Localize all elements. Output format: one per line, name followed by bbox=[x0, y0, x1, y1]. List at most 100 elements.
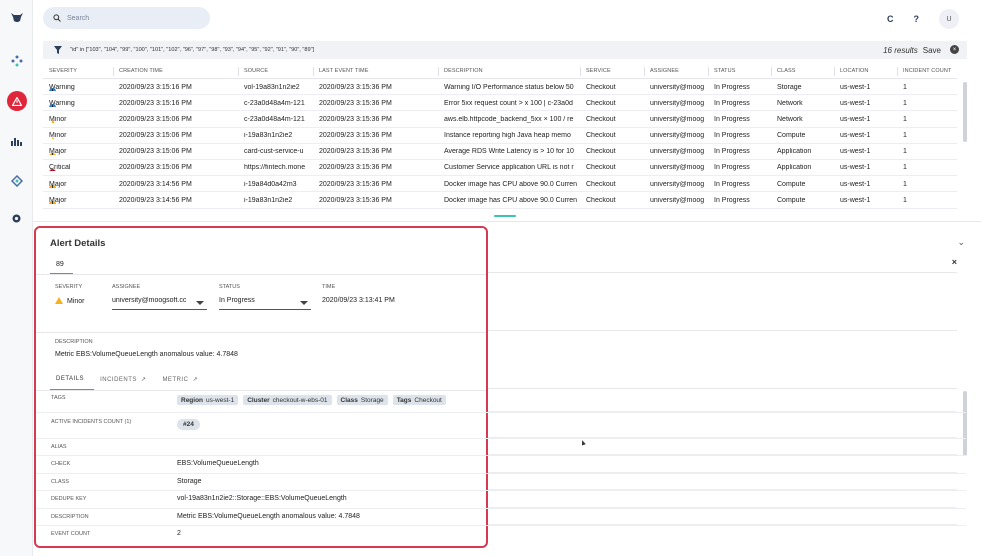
chevron-down-icon bbox=[196, 301, 204, 305]
table-cell: Checkout bbox=[586, 196, 616, 204]
search-input[interactable]: Search bbox=[43, 7, 210, 29]
column-header[interactable]: SEVERITY bbox=[49, 68, 77, 74]
table-cell: Docker image has CPU above 90.0 Curren bbox=[444, 180, 578, 188]
column-header[interactable]: CLASS bbox=[777, 68, 796, 74]
workflow-icon[interactable] bbox=[0, 172, 33, 190]
table-row[interactable]: !Major 2020/09/23 3:15:06 PM card-cust-ser… bbox=[43, 144, 957, 160]
table-row[interactable]: Minor 2020/09/23 3:15:06 PM i-19a83n1n2ie2… bbox=[43, 128, 957, 144]
table-cell: 2020/09/23 3:15:36 PM bbox=[319, 180, 392, 188]
table-cell: Storage bbox=[777, 83, 802, 91]
save-filter-button[interactable]: Save bbox=[923, 46, 941, 55]
table-row[interactable]: Minor 2020/09/23 3:15:06 PM c-23a0d48a4m-1… bbox=[43, 111, 957, 128]
column-header[interactable]: SOURCE bbox=[244, 68, 268, 74]
column-header[interactable]: LAST EVENT TIME bbox=[319, 68, 369, 74]
tab-alert-89[interactable]: 89 bbox=[50, 258, 73, 275]
tab-details[interactable]: DETAILS bbox=[50, 374, 95, 391]
table-cell: 2020/09/23 3:15:36 PM bbox=[319, 196, 392, 204]
severity-value: Minor bbox=[55, 297, 85, 305]
column-header[interactable]: INCIDENT COUNT bbox=[903, 68, 951, 74]
tag-chip[interactable]: Cluster checkout-w-ebs-01 bbox=[243, 395, 332, 405]
table-cell: university@moog bbox=[650, 180, 705, 188]
assignee-select[interactable]: university@moogsoft.cc bbox=[112, 294, 207, 310]
status-label: STATUS bbox=[219, 284, 240, 290]
active-incidents-row: ACTIVE INCIDENTS COUNT (1) #24 bbox=[36, 413, 966, 439]
table-row[interactable]: iWarning 2020/09/23 3:15:16 PM vol-19a83n1… bbox=[43, 79, 957, 96]
table-cell: In Progress bbox=[714, 196, 750, 204]
table-cell: c-23a0d48a4m-121 bbox=[244, 99, 305, 107]
table-cell: In Progress bbox=[714, 99, 750, 107]
table-cell: card-cust-service-u bbox=[244, 148, 304, 156]
tab-metric[interactable]: METRIC ↗ bbox=[156, 374, 208, 391]
column-header[interactable]: LOCATION bbox=[840, 68, 869, 74]
description-value: Metric EBS:VolumeQueueLength anomalous v… bbox=[55, 351, 238, 358]
table-cell: Compute bbox=[777, 132, 806, 140]
assignee-label: ASSIGNEE bbox=[112, 284, 141, 290]
avatar[interactable]: U bbox=[939, 9, 959, 29]
table-cell: vol-19a83n1n2ie2 bbox=[244, 83, 300, 91]
column-divider[interactable] bbox=[113, 67, 114, 76]
table-cell: university@moog bbox=[650, 83, 705, 91]
column-header[interactable]: ASSIGNEE bbox=[650, 68, 679, 74]
table-cell: Checkout bbox=[586, 99, 616, 107]
column-divider[interactable] bbox=[834, 67, 835, 76]
logo-icon[interactable] bbox=[0, 8, 33, 26]
table-row[interactable]: !Major 2020/09/23 3:14:56 PM i-19a84d0a42m… bbox=[43, 176, 957, 193]
table-cell: 2020/09/23 3:15:36 PM bbox=[319, 148, 392, 156]
help-icon[interactable]: ? bbox=[914, 14, 920, 24]
status-select[interactable]: In Progress bbox=[219, 294, 311, 310]
table-cell: https://fintech.mone bbox=[244, 164, 306, 172]
column-divider[interactable] bbox=[771, 67, 772, 76]
table-cell: 2020/09/23 3:15:36 PM bbox=[319, 99, 392, 107]
table-cell: 1 bbox=[903, 180, 907, 188]
settings-gear-icon[interactable] bbox=[0, 209, 33, 227]
column-divider[interactable] bbox=[580, 67, 581, 76]
table-cell: 2020/09/23 3:15:36 PM bbox=[319, 164, 392, 172]
major-icon: ! bbox=[49, 152, 56, 156]
table-scrollbar[interactable] bbox=[963, 82, 967, 142]
clear-filter-icon[interactable]: × bbox=[950, 45, 959, 54]
close-details-icon[interactable]: × bbox=[952, 257, 957, 267]
filter-icon[interactable] bbox=[54, 46, 62, 54]
resize-handle[interactable] bbox=[494, 215, 516, 217]
tag-chip[interactable]: Tags Checkout bbox=[392, 395, 446, 405]
table-cell: Network bbox=[777, 99, 803, 107]
warning-icon: i bbox=[49, 88, 56, 91]
column-header[interactable]: SERVICE bbox=[586, 68, 611, 74]
collapse-chevron-icon[interactable]: ⌄ bbox=[957, 237, 965, 248]
table-row[interactable]: !Major 2020/09/23 3:14:56 PM i-19a83n1n2ie… bbox=[43, 192, 957, 209]
column-divider[interactable] bbox=[438, 67, 439, 76]
column-header[interactable]: CREATION TIME bbox=[119, 68, 163, 74]
column-divider[interactable] bbox=[644, 67, 645, 76]
divider bbox=[36, 332, 486, 333]
refresh-icon[interactable]: C bbox=[887, 14, 894, 24]
chevron-down-icon bbox=[300, 301, 308, 305]
description-row: DESCRIPTION Metric EBS:VolumeQueueLength… bbox=[36, 509, 966, 526]
table-cell: c-23a0d48a4m-121 bbox=[244, 115, 305, 123]
table-row[interactable]: ×Critical 2020/09/23 3:15:06 PM https://fi… bbox=[43, 160, 957, 177]
tab-incidents[interactable]: INCIDENTS ↗ bbox=[94, 374, 156, 391]
table-row[interactable]: iWarning 2020/09/23 3:15:16 PM c-23a0d48a4… bbox=[43, 95, 957, 112]
topology-icon[interactable] bbox=[0, 52, 33, 70]
column-divider[interactable] bbox=[708, 67, 709, 76]
table-cell: Application bbox=[777, 164, 812, 172]
column-divider[interactable] bbox=[238, 67, 239, 76]
filter-query[interactable]: "id" in ["103", "104", "99", "100", "101… bbox=[70, 47, 314, 53]
alerts-icon[interactable] bbox=[0, 91, 33, 111]
incident-chip[interactable]: #24 bbox=[177, 419, 200, 430]
time-value: 2020/09/23 3:13:41 PM bbox=[322, 297, 395, 304]
tag-chip[interactable]: Class Storage bbox=[336, 395, 388, 405]
table-cell: Application bbox=[777, 148, 812, 156]
analytics-icon[interactable] bbox=[0, 132, 33, 150]
dedupe-row: DEDUPE KEY vol-19a83n1n2ie2::Storage::EB… bbox=[36, 491, 966, 509]
tag-chip[interactable]: Region us-west-1 bbox=[177, 395, 239, 405]
divider bbox=[488, 388, 957, 389]
column-header[interactable]: STATUS bbox=[714, 68, 735, 74]
table-cell: i-19a83n1n2ie2 bbox=[244, 132, 293, 140]
table-cell: Compute bbox=[777, 180, 806, 188]
table-cell: 2020/09/23 3:15:06 PM bbox=[119, 132, 192, 140]
table-cell: 2020/09/23 3:14:56 PM bbox=[119, 196, 192, 204]
column-divider[interactable] bbox=[897, 67, 898, 76]
search-placeholder: Search bbox=[67, 14, 90, 22]
column-header[interactable]: DESCRIPTION bbox=[444, 68, 483, 74]
column-divider[interactable] bbox=[313, 67, 314, 76]
